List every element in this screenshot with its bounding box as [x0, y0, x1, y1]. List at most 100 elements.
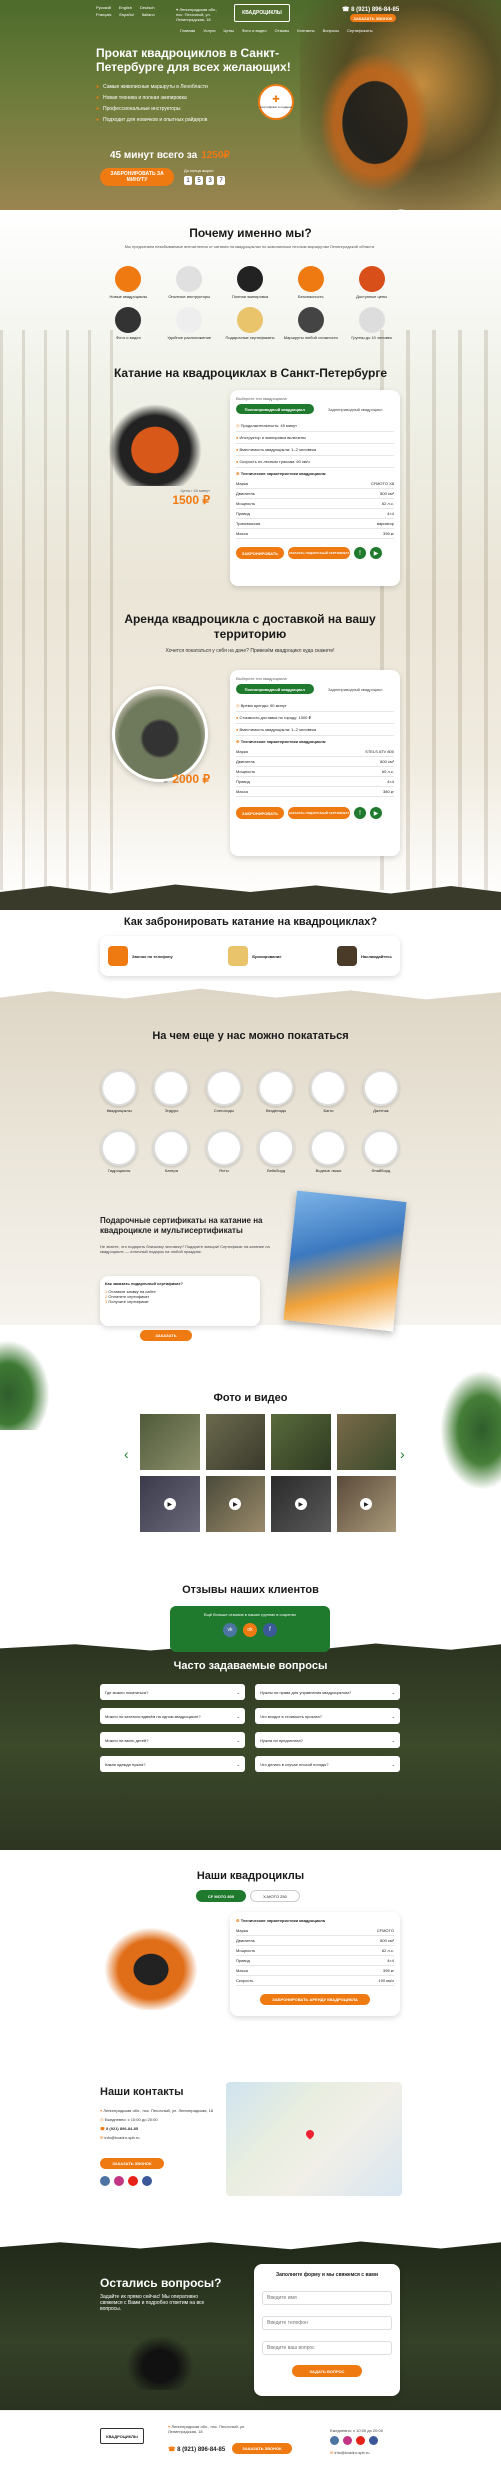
- nav-item[interactable]: Фото и видео: [242, 28, 267, 33]
- media-next-arrow[interactable]: ›: [400, 1446, 405, 1462]
- howto-card: Звонок по телефону Бронирование Наслажда…: [100, 936, 400, 976]
- vk-icon[interactable]: [100, 2176, 110, 2186]
- spec-row: Мощность 62 л.с.: [236, 499, 394, 509]
- nav-item[interactable]: Отзывы: [275, 28, 290, 33]
- tab-2wd[interactable]: Заднеприводный квадроцикл: [317, 684, 395, 694]
- faq-item[interactable]: Нужна ли предоплата? ⌄: [255, 1732, 400, 1748]
- rental-quad-image: [100, 396, 210, 486]
- gallery-photo[interactable]: [205, 1414, 265, 1470]
- fleet-book-button[interactable]: ЗАБРОНИРОВАТЬ АРЕНДУ КВАДРОЦИКЛА: [260, 1994, 370, 2005]
- tab-4x4[interactable]: Полноприводный квадроцикл: [236, 404, 314, 414]
- cert-order-button[interactable]: ЗАКАЗАТЬ: [140, 1330, 192, 1341]
- instagram-icon[interactable]: [114, 2176, 124, 2186]
- gallery-photo[interactable]: [140, 1414, 200, 1470]
- nav-item[interactable]: Услуги: [203, 28, 215, 33]
- faq-item[interactable]: Какая одежда нужна? ⌄: [100, 1756, 245, 1772]
- footer-email[interactable]: ✉ info@kvadro-spb.ru: [330, 2450, 369, 2455]
- nav-item[interactable]: Сертификаты: [347, 28, 373, 33]
- gallery-video[interactable]: ▶: [271, 1476, 331, 1532]
- faq-item[interactable]: Нужны ли права для управления квадроцикл…: [255, 1684, 400, 1700]
- hero-book-button[interactable]: ЗАБРОНИРОВАТЬ ЗА МИНУТУ: [100, 168, 174, 186]
- spec-row: Марка CFMOTO X8: [236, 479, 394, 489]
- vehicle-item[interactable]: Джетпак: [357, 1070, 405, 1113]
- fleet-tab[interactable]: CF MOTO 800: [196, 1890, 246, 1902]
- instagram-icon[interactable]: [343, 2436, 352, 2445]
- rental-cert-button[interactable]: ЗАКАЗАТЬ ПОДАРОЧНЫЙ СЕРТИФИКАТ: [288, 547, 350, 559]
- vehicle-item[interactable]: Катера: [147, 1130, 195, 1173]
- hero-gift-badge[interactable]: ✚ Сертификат в подарок: [258, 84, 294, 120]
- vehicle-item[interactable]: Водные лыжи: [304, 1130, 352, 1173]
- footer-callback-button[interactable]: ЗАКАЗАТЬ ЗВОНОК: [232, 2443, 292, 2454]
- footer-address: ⌖ Ленинградская обл., пос. Песочный, ул.…: [168, 2424, 246, 2434]
- site-logo[interactable]: КВАДРОЦИКЛЫ: [234, 4, 290, 22]
- vk-icon[interactable]: [330, 2436, 339, 2445]
- feature-row: ● Стоимость доставки по городу: 1000 ₽: [236, 712, 394, 724]
- submit-question-button[interactable]: ЗАДАТЬ ВОПРОС: [292, 2365, 362, 2377]
- header-callback-button[interactable]: ЗАКАЗАТЬ ЗВОНОК: [350, 14, 396, 22]
- gallery-photo[interactable]: [336, 1414, 396, 1470]
- play-icon[interactable]: ▶: [370, 547, 382, 559]
- buggy-icon: [310, 1070, 347, 1106]
- nav-item[interactable]: Вопросы: [323, 28, 339, 33]
- cert-title: Подарочные сертификаты на катание на ква…: [100, 1216, 263, 1235]
- nav-item[interactable]: Контакты: [297, 28, 314, 33]
- vk-icon[interactable]: vk: [223, 1623, 237, 1637]
- rental-book-button[interactable]: ЗАБРОНИРОВАТЬ: [236, 547, 284, 559]
- faq-item[interactable]: Можно ли кататься вдвоём на одном квадро…: [100, 1708, 245, 1724]
- header-phone[interactable]: ☎ 8 (921) 896-84-85: [342, 6, 399, 13]
- play-icon[interactable]: ▶: [370, 807, 382, 819]
- name-input[interactable]: [262, 2291, 392, 2305]
- footer-phone[interactable]: ☎ 8 (921) 896-84-85: [168, 2446, 225, 2453]
- lang-item[interactable]: Français: [96, 12, 111, 17]
- delivery-cert-button[interactable]: ЗАКАЗАТЬ ПОДАРОЧНЫЙ СЕРТИФИКАТ: [288, 807, 350, 819]
- vehicle-item[interactable]: Флайборд: [357, 1130, 405, 1173]
- gallery-photo[interactable]: [271, 1414, 331, 1470]
- info-icon[interactable]: !: [354, 807, 366, 819]
- vehicle-item[interactable]: Багги: [304, 1070, 352, 1113]
- why-grid: Новые квадроциклы Опытные инструкторы По…: [100, 266, 400, 340]
- tab-4x4[interactable]: Полноприводный квадроцикл: [236, 684, 314, 694]
- contact-phone[interactable]: 8 (921) 896-84-85: [106, 2126, 138, 2131]
- vehicle-item[interactable]: Квадроциклы: [95, 1070, 143, 1113]
- delivery-book-button[interactable]: ЗАБРОНИРОВАТЬ: [236, 807, 284, 819]
- vehicle-item[interactable]: Вейкборд: [252, 1130, 300, 1173]
- nav-item[interactable]: Цены: [224, 28, 234, 33]
- contact-email[interactable]: info@kvadro-spb.ru: [104, 2135, 139, 2140]
- media-prev-arrow[interactable]: ‹: [124, 1446, 129, 1462]
- vehicle-item[interactable]: Вездеходы: [252, 1070, 300, 1113]
- nav-item[interactable]: Главная: [180, 28, 195, 33]
- why-item: Фото и видео: [100, 307, 157, 340]
- question-input[interactable]: [262, 2341, 392, 2355]
- vehicle-item[interactable]: Яхты: [200, 1130, 248, 1173]
- fleet-tab[interactable]: X-MOTO 250: [250, 1890, 300, 1902]
- contacts-callback-button[interactable]: ЗАКАЗАТЬ ЗВОНОК: [100, 2158, 164, 2169]
- faq-item[interactable]: Что делать в случае плохой погоды? ⌄: [255, 1756, 400, 1772]
- lang-item[interactable]: Italiano: [142, 12, 155, 17]
- faq-item[interactable]: Что входит в стоимость проката? ⌄: [255, 1708, 400, 1724]
- gallery-video[interactable]: ▶: [336, 1476, 396, 1532]
- footer-logo[interactable]: КВАДРОЦИКЛЫ: [100, 2428, 144, 2444]
- ok-icon[interactable]: ok: [243, 1623, 257, 1637]
- facebook-icon[interactable]: [369, 2436, 378, 2445]
- vehicle-item[interactable]: Эндуро: [147, 1070, 195, 1113]
- map-pin-icon: [304, 2128, 316, 2140]
- gallery-video[interactable]: ▶: [140, 1476, 200, 1532]
- facebook-icon[interactable]: [142, 2176, 152, 2186]
- faq-item[interactable]: Где можно покататься? ⌄: [100, 1684, 245, 1700]
- youtube-icon[interactable]: [128, 2176, 138, 2186]
- facebook-icon[interactable]: f: [263, 1623, 277, 1637]
- info-icon[interactable]: !: [354, 547, 366, 559]
- questions-title: Остались вопросы?: [100, 2276, 222, 2290]
- lang-item[interactable]: Español: [119, 12, 133, 17]
- gallery-video[interactable]: ▶: [205, 1476, 265, 1532]
- phone-input[interactable]: [262, 2316, 392, 2330]
- lang-item[interactable]: Deutsch: [140, 5, 155, 10]
- lang-item[interactable]: Русский: [96, 5, 111, 10]
- tab-2wd[interactable]: Заднеприводный квадроцикл: [317, 404, 395, 414]
- lang-item[interactable]: English: [119, 5, 132, 10]
- vehicle-item[interactable]: Гидроциклы: [95, 1130, 143, 1173]
- faq-item[interactable]: Можно ли взять детей? ⌄: [100, 1732, 245, 1748]
- vehicle-item[interactable]: Снегоходы: [200, 1070, 248, 1113]
- youtube-icon[interactable]: [356, 2436, 365, 2445]
- contacts-map[interactable]: [226, 2082, 402, 2196]
